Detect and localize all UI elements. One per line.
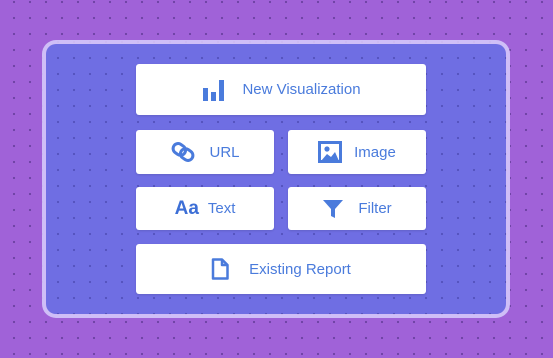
url-label: URL: [209, 143, 240, 161]
text-icon: Aa: [174, 197, 199, 219]
image-button[interactable]: Image: [288, 130, 426, 174]
new-visualization-button[interactable]: New Visualization: [136, 64, 426, 115]
filter-button[interactable]: Filter: [288, 187, 426, 230]
text-label: Text: [207, 200, 236, 217]
url-button[interactable]: URL: [136, 130, 274, 174]
image-icon: [318, 141, 343, 163]
existing-report-button[interactable]: Existing Report: [136, 244, 426, 294]
existing-report-label: Existing Report: [249, 260, 351, 278]
document-icon: [211, 258, 229, 280]
image-label: Image: [354, 143, 396, 161]
filter-label: Filter: [358, 200, 392, 217]
bar-chart-icon: [201, 79, 225, 101]
filter-icon: [322, 199, 344, 219]
text-button[interactable]: Aa Text: [136, 187, 274, 230]
link-icon: [170, 141, 196, 163]
new-visualization-label: New Visualization: [242, 81, 361, 98]
